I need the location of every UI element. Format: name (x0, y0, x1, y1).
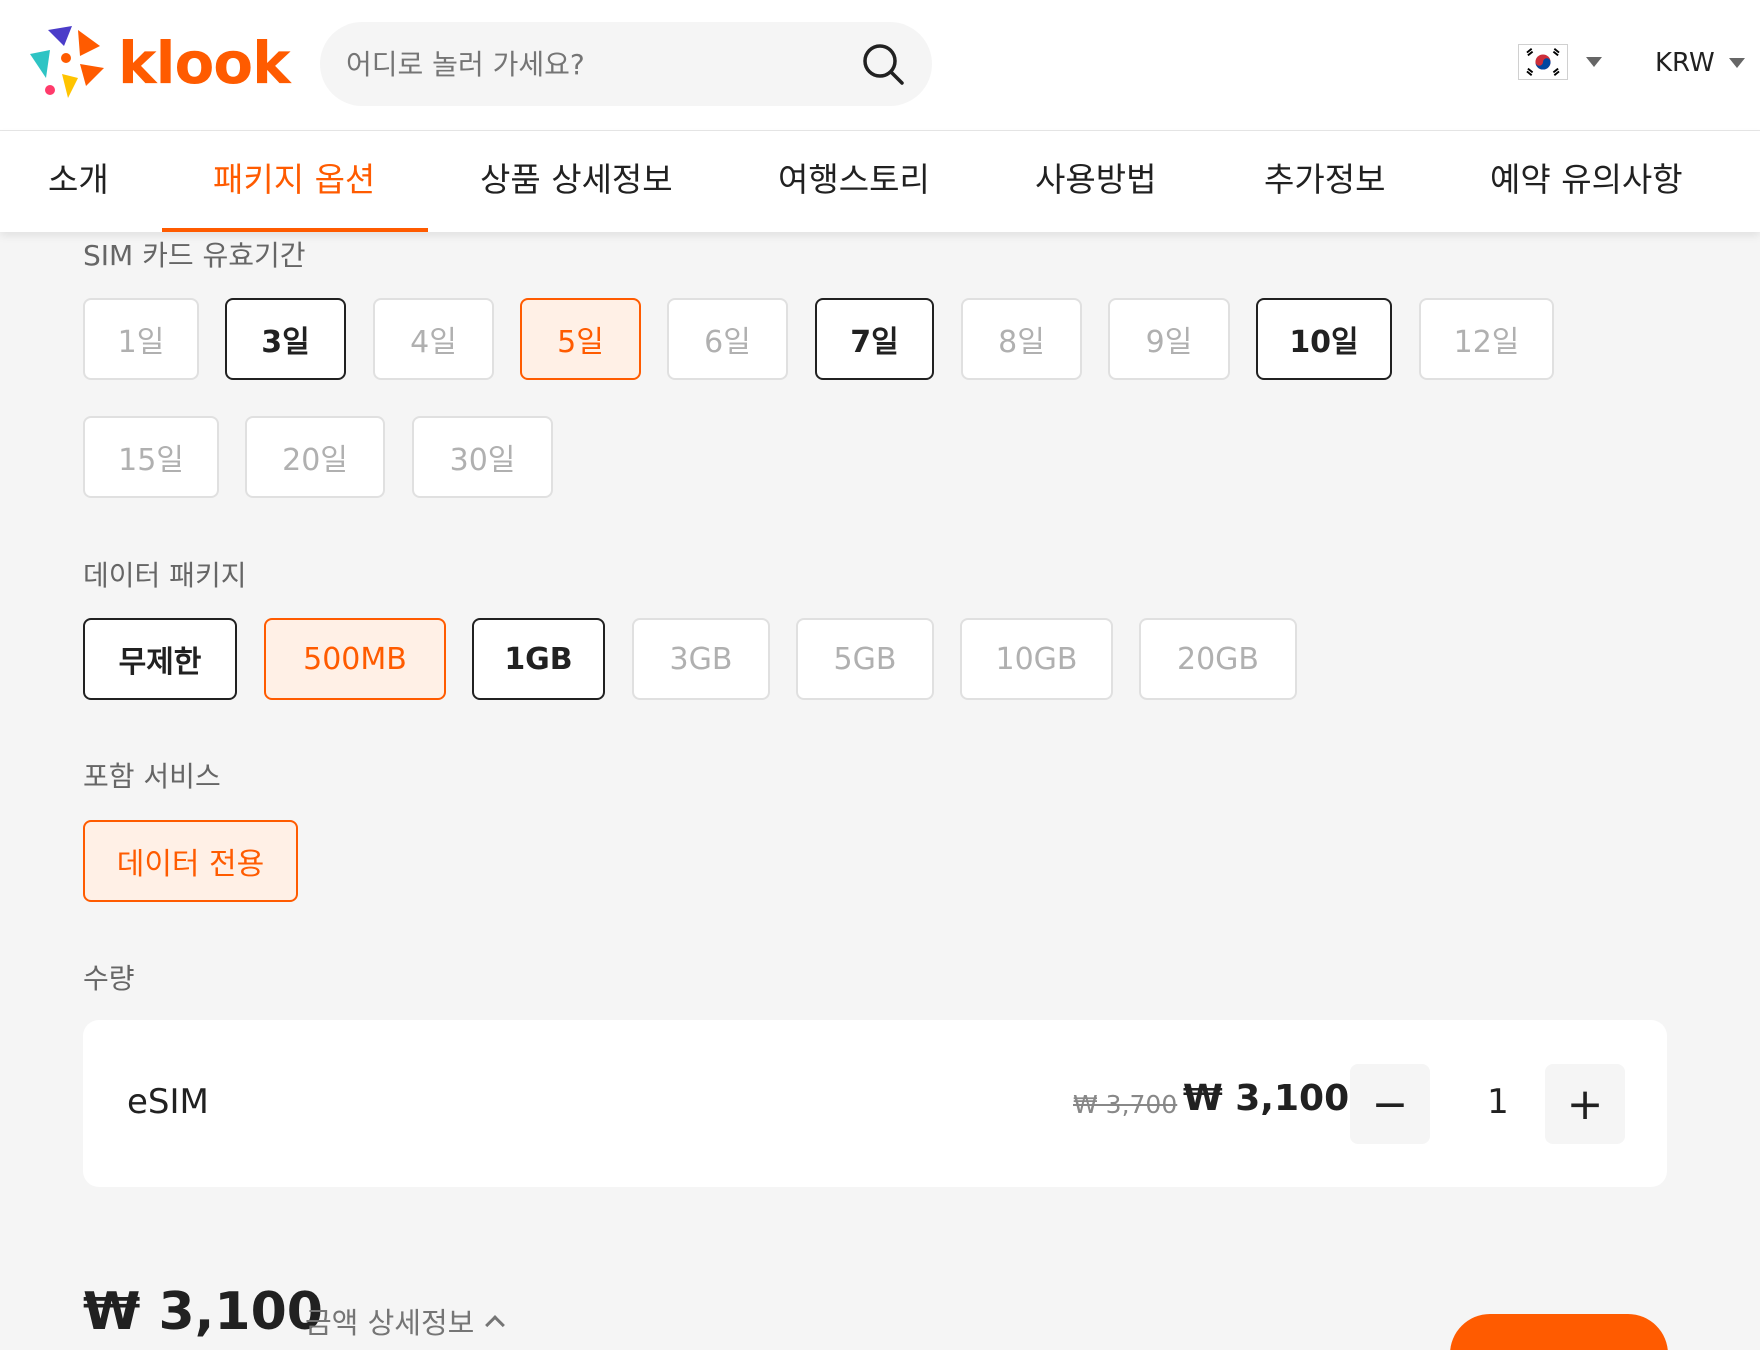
currency-selector[interactable]: KRW (1655, 48, 1745, 78)
logo-text: klook (118, 29, 291, 97)
service-label: 포함 서비스 (83, 760, 221, 793)
language-selector[interactable] (1518, 44, 1602, 80)
validity-option-3[interactable]: 3일 (225, 298, 346, 380)
tab-additional-info[interactable]: 추가정보 (1264, 131, 1385, 232)
quantity-card: eSIM ₩ 3,700 ₩ 3,100 − 1 + (83, 1020, 1667, 1187)
item-name: eSIM (127, 1082, 209, 1122)
validity-option-15[interactable]: 15일 (83, 416, 219, 498)
search-bar[interactable] (320, 22, 932, 106)
data-option-5gb[interactable]: 5GB (796, 618, 934, 700)
data-option-500mb[interactable]: 500MB (264, 618, 446, 700)
price-details-label: 금액 상세정보 (305, 1306, 475, 1340)
tab-how-to-use[interactable]: 사용방법 (1035, 131, 1156, 232)
data-option-20gb[interactable]: 20GB (1139, 618, 1297, 700)
service-option-data-only[interactable]: 데이터 전용 (83, 820, 298, 902)
validity-option-9[interactable]: 9일 (1108, 298, 1230, 380)
validity-option-10[interactable]: 10일 (1256, 298, 1392, 380)
search-input[interactable] (346, 47, 860, 81)
quantity-value: 1 (1487, 1082, 1509, 1122)
section-tabs: 소개 패키지 옵션 상품 상세정보 여행스토리 사용방법 추가정보 예약 유의사… (0, 131, 1760, 232)
validity-option-8[interactable]: 8일 (961, 298, 1082, 380)
book-now-button[interactable] (1450, 1314, 1668, 1350)
validity-option-30[interactable]: 30일 (412, 416, 553, 498)
chevron-down-icon (1586, 57, 1602, 67)
data-option-1gb[interactable]: 1GB (472, 618, 605, 700)
klook-logo-icon (30, 26, 104, 98)
active-tab-indicator (162, 228, 428, 232)
data-option-unlimited[interactable]: 무제한 (83, 618, 237, 700)
chevron-down-icon (1728, 58, 1745, 68)
chevron-up-icon (485, 1315, 506, 1335)
validity-option-20[interactable]: 20일 (245, 416, 385, 498)
validity-option-5[interactable]: 5일 (520, 298, 641, 380)
validity-option-6[interactable]: 6일 (667, 298, 788, 380)
currency-label: KRW (1655, 48, 1715, 78)
discounted-price: ₩ 3,100 (1183, 1078, 1350, 1119)
price-details-toggle[interactable]: 금액 상세정보 (305, 1300, 506, 1342)
tab-travel-stories[interactable]: 여행스토리 (778, 131, 930, 232)
tab-product-details[interactable]: 상품 상세정보 (480, 131, 673, 232)
quantity-label: 수량 (83, 962, 135, 995)
tab-intro[interactable]: 소개 (48, 131, 109, 232)
validity-option-1[interactable]: 1일 (83, 298, 199, 380)
validity-option-7[interactable]: 7일 (815, 298, 934, 380)
total-price: ₩ 3,100 (83, 1282, 323, 1342)
data-package-label: 데이터 패키지 (83, 559, 247, 592)
validity-option-4[interactable]: 4일 (373, 298, 494, 380)
klook-logo[interactable]: klook (28, 24, 291, 102)
original-price: ₩ 3,700 (1073, 1090, 1178, 1119)
top-header: klook KRW (0, 0, 1760, 131)
data-option-3gb[interactable]: 3GB (632, 618, 770, 700)
search-icon[interactable] (860, 41, 906, 87)
decrease-quantity-button[interactable]: − (1350, 1064, 1430, 1144)
data-option-10gb[interactable]: 10GB (960, 618, 1113, 700)
tab-package-options[interactable]: 패키지 옵션 (213, 131, 375, 232)
validity-label: SIM 카드 유효기간 (83, 239, 306, 272)
validity-option-12[interactable]: 12일 (1419, 298, 1554, 380)
tab-booking-notes[interactable]: 예약 유의사항 (1490, 131, 1683, 232)
korea-flag-icon (1518, 44, 1568, 80)
increase-quantity-button[interactable]: + (1545, 1064, 1625, 1144)
